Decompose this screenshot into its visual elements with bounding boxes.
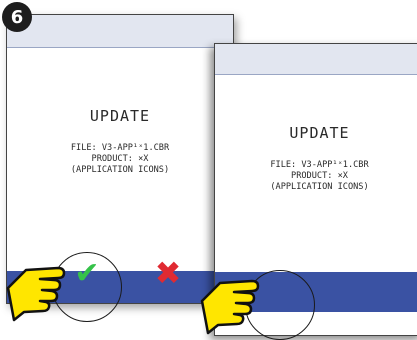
step-number-badge: 6: [2, 2, 32, 32]
update-title: UPDATE: [89, 107, 151, 125]
screen-top-bar: [7, 15, 233, 48]
screen-top-bar: [215, 44, 417, 75]
cancel-button[interactable]: ✖: [148, 254, 188, 292]
x-icon: ✖: [154, 254, 182, 292]
file-line: FILE: V3-APP¹ˣ1.CBR: [70, 143, 170, 153]
update-content: UPDATE FILE: V3-APP¹ˣ1.CBR PRODUCT: ×X (…: [215, 124, 417, 193]
file-line: FILE: V3-APP¹ˣ1.CBR: [270, 160, 369, 170]
pointing-hand-icon: [200, 279, 260, 335]
product-line: PRODUCT: ×X: [291, 171, 348, 181]
application-icons-line: (APPLICATION ICONS): [70, 165, 170, 175]
product-line: PRODUCT: ×X: [91, 154, 149, 164]
update-content: UPDATE FILE: V3-APP¹ˣ1.CBR PRODUCT: ×X (…: [7, 107, 233, 176]
pointing-hand-icon: [6, 266, 66, 322]
application-icons-line: (APPLICATION ICONS): [270, 182, 369, 192]
update-title: UPDATE: [289, 124, 350, 142]
